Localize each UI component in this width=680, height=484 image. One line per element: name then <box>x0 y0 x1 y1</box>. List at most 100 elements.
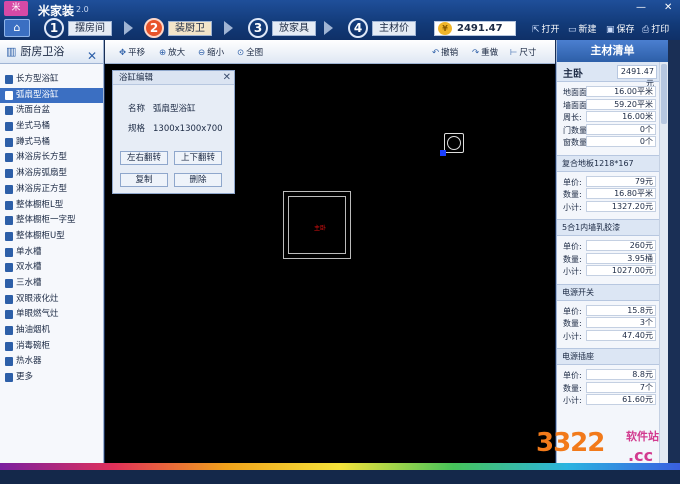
list-item[interactable]: 整体橱柜一字型 <box>0 213 103 229</box>
step-number: 3 <box>248 18 268 38</box>
material-label: 小计: <box>563 267 582 276</box>
open-button[interactable]: ⇱ 打开 <box>532 22 560 35</box>
list-item[interactable]: 蹲式马桶 <box>0 135 103 151</box>
design-canvas[interactable]: 浴缸编辑 ✕ 名称 弧扇型浴缸 规格 1300x1300x700 左右翻转 上下翻转… <box>105 64 555 463</box>
list-item[interactable]: 坐式马桶 <box>0 119 103 135</box>
home-button[interactable]: ⌂ <box>4 19 30 37</box>
name-row: 名称 弧扇型浴缸 <box>128 102 204 114</box>
list-item[interactable]: 淋浴房正方型 <box>0 182 103 198</box>
dimension-label: 尺寸 <box>519 48 537 58</box>
total-price-value: 2491.47 <box>457 23 503 34</box>
material-row: 数量: 7个 <box>557 381 668 395</box>
list-item-label: 三水槽 <box>16 277 42 288</box>
stat-row: 地面面积: 16.00平米 <box>557 86 668 99</box>
app-title: 米家装 <box>38 4 75 18</box>
zoom-out-button[interactable]: ⊖ 缩小 <box>198 46 224 58</box>
close-window-icon[interactable]: ✕ <box>664 2 672 13</box>
toilet-icon <box>5 122 13 132</box>
list-item[interactable]: 三水槽 <box>0 276 103 292</box>
copy-button[interactable]: 复制 <box>120 173 168 187</box>
list-item[interactable]: 单眼燃气灶 <box>0 307 103 323</box>
list-item-label: 淋浴房正方型 <box>16 183 68 194</box>
material-label: 数量: <box>563 254 582 264</box>
zoom-in-button[interactable]: ⊕ 放大 <box>159 46 185 58</box>
room-name: 主卧 <box>563 69 583 80</box>
list-item[interactable]: 热水器 <box>0 354 103 370</box>
list-item[interactable]: 双水槽 <box>0 260 103 276</box>
full-view-button[interactable]: ⊙ 全图 <box>237 46 263 58</box>
material-value: 1327.20元 <box>586 200 656 212</box>
list-item-label: 整体橱柜一字型 <box>16 215 76 226</box>
list-item[interactable]: 抽油烟机 <box>0 323 103 339</box>
bathtub-fixture[interactable] <box>444 133 464 153</box>
stat-value: 16.00平米 <box>586 86 656 97</box>
list-item[interactable]: 整体橱柜L型 <box>0 198 103 214</box>
bathtub-icon <box>5 75 13 84</box>
room-outline[interactable]: 主卧 <box>283 191 351 259</box>
flip-vertical-button[interactable]: 上下翻转 <box>174 151 222 165</box>
material-row: 数量: 3个 <box>557 317 668 330</box>
watermark-logo: 3322 <box>536 428 605 458</box>
list-item[interactable]: 淋浴房弧扇型 <box>0 166 103 182</box>
step-number: 2 <box>144 18 164 38</box>
material-label: 小计: <box>563 331 582 341</box>
list-item-label: 热水器 <box>16 356 42 367</box>
dimension-button[interactable]: ⊢ 尺寸 <box>510 46 536 58</box>
list-item[interactable]: 消毒碗柜 <box>0 339 103 355</box>
redo-button[interactable]: ↷ 重做 <box>472 46 498 58</box>
list-item[interactable]: 淋浴房长方型 <box>0 150 103 166</box>
list-item[interactable]: 整体橱柜U型 <box>0 229 103 245</box>
list-item[interactable]: 单水槽 <box>0 245 103 261</box>
room-label: 主卧 <box>314 225 327 232</box>
material-value: 15.8元 <box>586 304 656 316</box>
material-section: 单价: 15.8元 数量: 3个 小计: 47.40元 <box>557 301 668 343</box>
print-button[interactable]: ⎙ 打印 <box>642 22 669 35</box>
material-row: 单价: 8.8元 <box>557 369 668 382</box>
new-button[interactable]: ▭ 新建 <box>568 22 597 35</box>
new-icon: ▭ <box>568 25 577 35</box>
full-view-label: 全图 <box>246 48 264 58</box>
zoom-out-label: 缩小 <box>207 48 225 58</box>
cabinet-icon <box>5 231 13 241</box>
flip-horizontal-button[interactable]: 左右翻转 <box>120 151 168 165</box>
list-item-label: 淋浴房弧扇型 <box>16 168 68 179</box>
minimize-icon[interactable]: — <box>636 2 646 13</box>
delete-button[interactable]: 删除 <box>174 173 222 187</box>
watermark-tld: .cc <box>628 446 654 465</box>
room-stats: 地面面积: 16.00平米 墙面面积: 59.20平米 周长: 16.00米 门数量:… <box>557 82 668 149</box>
stove-icon <box>5 294 13 304</box>
shower-icon <box>5 169 13 179</box>
stove-icon <box>5 310 13 320</box>
list-item-label: 更多 <box>16 372 34 383</box>
material-list-title: 主材清单 <box>557 40 668 62</box>
material-value: 61.60元 <box>586 394 656 405</box>
app-version: 2.0 <box>76 5 89 14</box>
list-item[interactable]: 弧扇型浴缸 <box>0 87 103 104</box>
save-icon: ▣ <box>606 25 615 35</box>
material-row: 小计: 61.60元 <box>557 394 668 407</box>
scrollbar-thumb[interactable] <box>661 64 667 124</box>
sink-icon <box>5 263 13 273</box>
spec-label: 规格 <box>128 124 146 134</box>
list-item[interactable]: 更多 <box>0 370 103 386</box>
undo-button[interactable]: ↶ 撤销 <box>432 46 458 58</box>
bathroom-icon: ▥ <box>6 45 17 58</box>
material-label: 数量: <box>563 383 582 393</box>
step-label: 摆房间 <box>68 21 112 36</box>
list-item[interactable]: 洗面台盆 <box>0 103 103 119</box>
print-label: 打印 <box>651 25 670 35</box>
step-label: 装厨卫 <box>168 21 212 36</box>
open-label: 打开 <box>541 25 560 35</box>
material-list-scrollbar[interactable] <box>659 62 668 470</box>
sink-icon <box>5 278 13 288</box>
save-button[interactable]: ▣ 保存 <box>606 22 635 35</box>
step-arrow-icon <box>224 21 233 35</box>
fixture-list: 长方型浴缸 弧扇型浴缸 洗面台盆 坐式马桶 蹲式马桶 淋浴房长方型 淋浴房弧扇型… <box>0 64 103 386</box>
material-row: 数量: 3.95桶 <box>557 252 668 266</box>
pan-button[interactable]: ✥ 平移 <box>119 46 145 58</box>
selection-handle[interactable] <box>440 150 446 156</box>
material-label: 单价: <box>563 371 582 380</box>
list-item[interactable]: 长方型浴缸 <box>0 72 103 88</box>
dialog-close-icon[interactable]: ✕ <box>223 72 231 83</box>
list-item[interactable]: 双眼液化灶 <box>0 292 103 308</box>
